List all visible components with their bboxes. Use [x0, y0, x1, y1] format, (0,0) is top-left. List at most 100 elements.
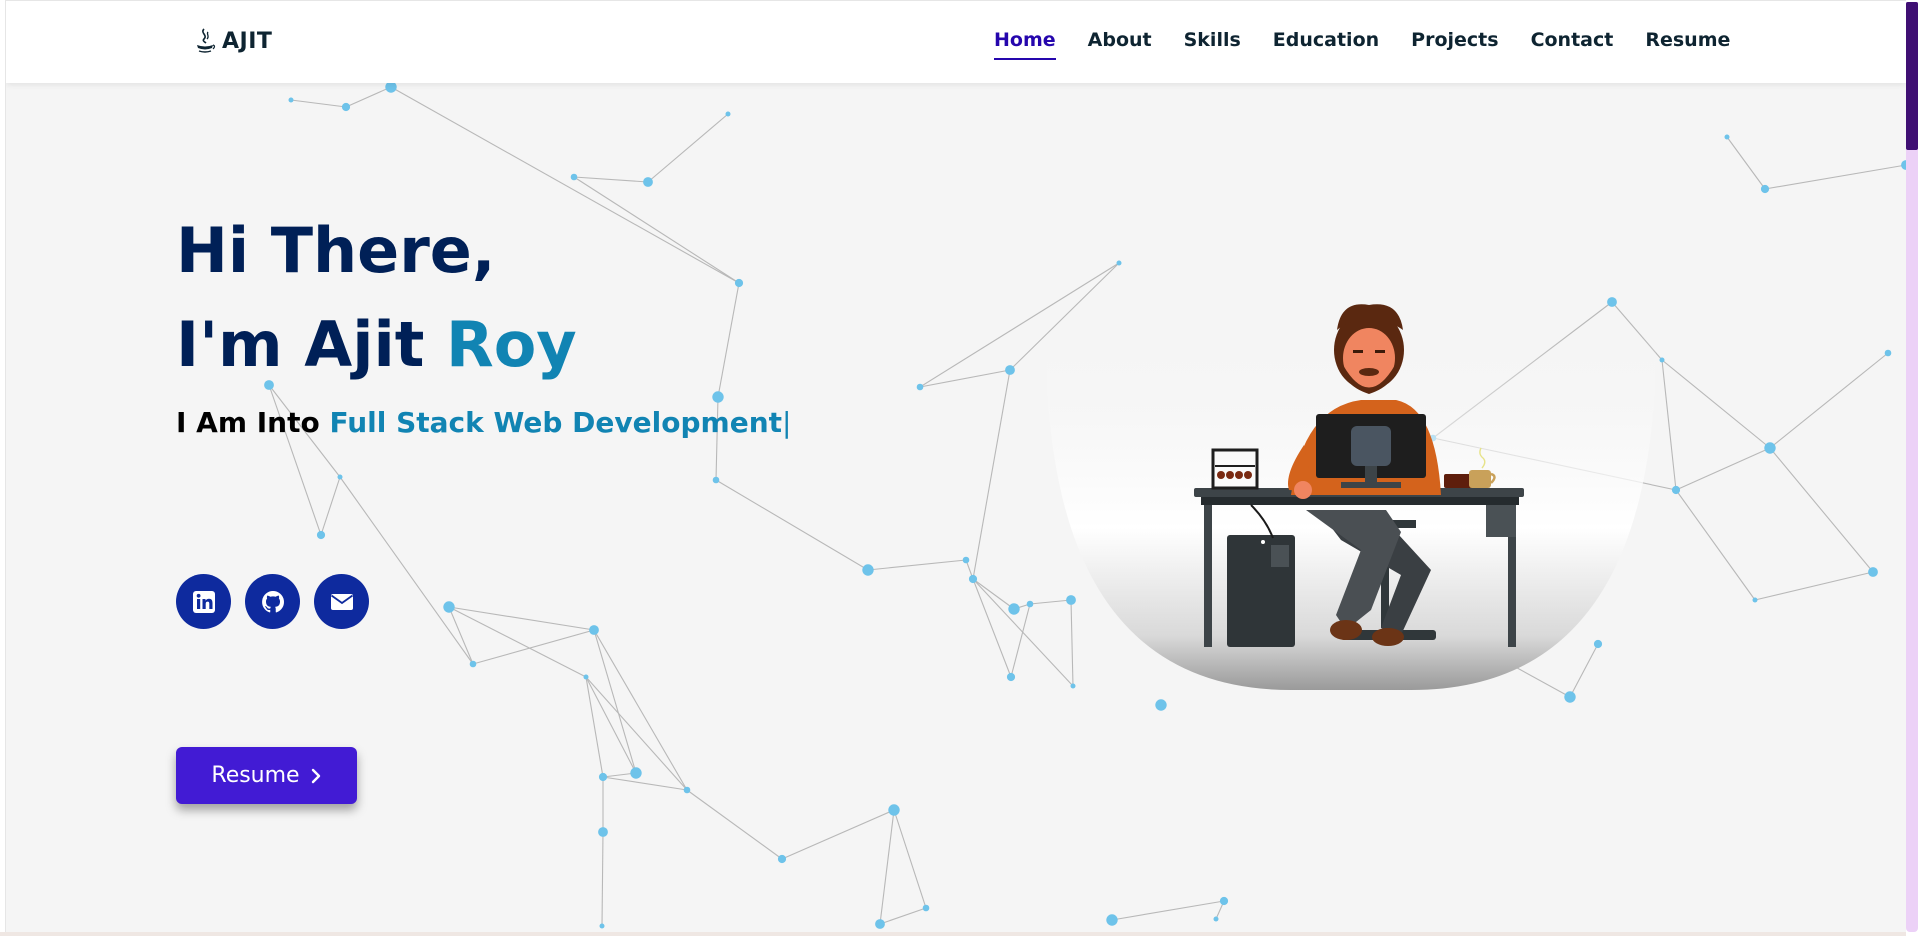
network-node — [630, 767, 642, 779]
network-node — [288, 97, 294, 103]
network-line — [1661, 359, 1677, 491]
network-line — [1769, 447, 1874, 573]
network-node — [968, 574, 978, 584]
resume-button[interactable]: Resume — [176, 747, 357, 804]
network-node — [1219, 896, 1229, 906]
hero-name-accent: Roy — [445, 308, 577, 381]
network-node — [922, 904, 930, 912]
network-node — [1868, 567, 1878, 577]
tagline-prefix: I Am Into — [176, 406, 330, 439]
hero-name: I'm Ajit Roy — [176, 298, 791, 392]
network-node — [599, 923, 605, 929]
network-line — [1726, 136, 1766, 190]
network-line — [1675, 447, 1771, 491]
network-node — [1006, 672, 1016, 682]
typing-cursor: | — [782, 406, 792, 439]
hero-greeting: Hi There, — [176, 214, 496, 287]
network-node — [385, 81, 397, 93]
network-line — [602, 776, 688, 791]
network-line — [339, 476, 474, 665]
network-line — [1754, 571, 1874, 601]
network-line — [647, 113, 729, 183]
network-line — [593, 629, 688, 791]
chevron-right-icon — [311, 768, 320, 783]
network-line — [1769, 352, 1889, 449]
developer-illustration — [1046, 304, 1656, 690]
network-node — [1116, 260, 1122, 266]
network-node — [888, 804, 900, 816]
network-line — [867, 559, 967, 571]
network-node — [337, 474, 343, 480]
network-line — [972, 578, 1012, 678]
network-node — [1764, 442, 1776, 454]
network-node — [962, 556, 970, 564]
resume-button-label: Resume — [211, 763, 300, 788]
hero-intro: Hi There, I'm Ajit Roy I Am Into Full St… — [176, 204, 791, 439]
network-node — [1026, 600, 1034, 608]
page: AJIT Home About Skills Education Project… — [5, 0, 1906, 933]
network-node — [1760, 184, 1770, 194]
network-node — [469, 660, 477, 668]
network-node — [916, 383, 924, 391]
network-line — [972, 369, 1011, 580]
logo[interactable]: AJIT — [194, 27, 272, 55]
network-line — [715, 479, 869, 571]
network-node — [316, 530, 326, 540]
network-line — [781, 809, 895, 860]
network-node — [683, 786, 691, 794]
linkedin-link[interactable] — [176, 574, 231, 629]
network-line — [290, 99, 347, 108]
email-link[interactable] — [314, 574, 369, 629]
network-line — [686, 789, 783, 860]
network-node — [589, 625, 599, 635]
nav-link-education[interactable]: Education — [1273, 29, 1379, 60]
network-line — [472, 629, 595, 665]
network-node — [583, 674, 589, 680]
network-node — [1752, 597, 1758, 603]
network-line — [1675, 489, 1756, 601]
network-node — [1008, 603, 1020, 615]
java-icon — [197, 28, 216, 53]
network-line — [345, 86, 392, 108]
tagline-typed-text: Full Stack Web Development — [329, 406, 783, 439]
network-line — [585, 676, 604, 778]
network-line — [593, 629, 637, 774]
github-icon — [261, 590, 284, 612]
network-node — [1106, 914, 1118, 926]
network-line — [879, 907, 927, 925]
network-node — [1005, 365, 1015, 375]
network-node — [643, 177, 653, 187]
network-line — [879, 809, 895, 925]
main-nav: Home About Skills Education Projects Con… — [994, 29, 1730, 60]
nav-link-contact[interactable]: Contact — [1531, 29, 1614, 60]
network-node — [1213, 916, 1219, 922]
network-node — [1724, 134, 1730, 140]
network-line — [1661, 359, 1771, 449]
network-node — [443, 601, 455, 613]
scrollbar-thumb[interactable] — [1906, 2, 1918, 150]
network-line — [601, 831, 604, 927]
social-links — [176, 574, 369, 629]
nav-link-skills[interactable]: Skills — [1184, 29, 1241, 60]
nav-link-about[interactable]: About — [1088, 29, 1152, 60]
network-node — [598, 827, 608, 837]
network-line — [1010, 603, 1031, 678]
network-line — [1111, 900, 1225, 921]
network-line — [320, 476, 341, 536]
nav-link-resume[interactable]: Resume — [1645, 29, 1730, 60]
network-node — [341, 102, 351, 112]
network-node — [570, 173, 578, 181]
page-bottom-border — [0, 932, 1920, 936]
network-node — [1155, 699, 1167, 711]
linkedin-icon — [192, 590, 215, 613]
network-node — [777, 854, 787, 864]
github-link[interactable] — [245, 574, 300, 629]
network-line — [573, 176, 649, 183]
network-node — [862, 564, 874, 576]
nav-link-projects[interactable]: Projects — [1411, 29, 1498, 60]
network-line — [893, 809, 927, 909]
nav-link-home[interactable]: Home — [994, 29, 1056, 60]
network-node — [1671, 485, 1681, 495]
network-node — [712, 476, 720, 484]
network-node — [1884, 349, 1892, 357]
